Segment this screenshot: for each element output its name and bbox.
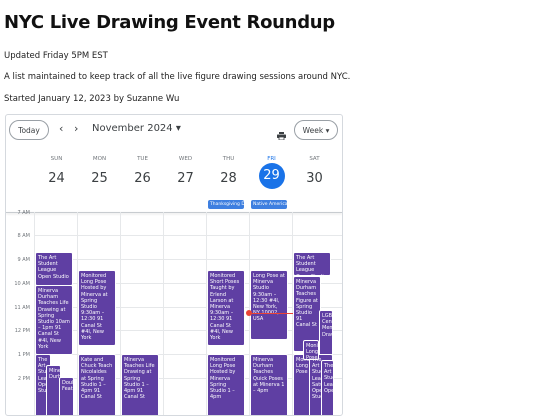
time-label: 11 AM [14, 305, 30, 311]
calendar-event[interactable]: Minerva Durham Teaches Quick Poses at Mi… [250, 354, 288, 415]
day-name: WED [178, 156, 193, 162]
day-column-line [163, 212, 164, 415]
month-selector[interactable]: November 2024 ▾ [92, 123, 181, 134]
today-button[interactable]: Today [9, 120, 49, 140]
day-number[interactable]: 24 [35, 166, 78, 192]
time-label: 12 PM [14, 328, 30, 334]
day-name: THU [222, 156, 235, 162]
day-header-sat: SAT 30 [293, 156, 336, 192]
calendar-event[interactable]: The Art Student League Open Studio [35, 252, 73, 286]
calendar-event[interactable]: Double Feature [59, 377, 74, 415]
day-name: FRI [267, 156, 276, 162]
current-time-line [250, 313, 293, 314]
day-header-thu: THU 28 [207, 156, 250, 192]
time-label: 7 AM [17, 210, 30, 216]
day-header-wed: WED 27 [164, 156, 207, 192]
time-label: 8 AM [17, 233, 30, 239]
calendar-event[interactable]: Monitored Long Pose [303, 340, 319, 360]
chevron-right-icon[interactable]: › [74, 122, 78, 135]
calendar-event[interactable]: Minerva Durham Teaches Life Drawing at S… [35, 285, 73, 355]
calendar-event[interactable]: LGBTQ Center Member Drawing [319, 310, 333, 360]
time-label: 10 AM [14, 281, 30, 287]
day-name: MON [92, 156, 107, 162]
view-selector[interactable]: Week ▾ [294, 120, 338, 140]
time-label: 2 PM [17, 376, 30, 382]
calendar-event[interactable]: Monitored Long Pose Hosted by Minerva Sp… [207, 354, 245, 415]
all-day-event[interactable]: Native America [251, 200, 287, 209]
calendar-event[interactable]: Monitored Long Pose Hosted by Minerva at… [78, 270, 116, 346]
description-text: A list maintained to keep track of all t… [4, 72, 351, 82]
day-number[interactable]: 27 [164, 166, 207, 192]
calendar-event[interactable]: Long Pose at Minerva Studio 9:30am – 12:… [250, 270, 288, 340]
embedded-calendar: Today ‹ › November 2024 ▾ Week ▾ SUN 24 M… [5, 114, 343, 416]
calendar-event[interactable]: Kate and Chuck Teach Nicolaides at Sprin… [78, 354, 116, 415]
calendar-event[interactable]: Monitored Short Poses Taught by Erlend L… [207, 270, 245, 346]
day-number[interactable]: 26 [121, 166, 164, 192]
day-number-today[interactable]: 29 [258, 163, 285, 189]
print-icon[interactable] [277, 125, 286, 141]
chevron-left-icon[interactable]: ‹ [59, 122, 63, 135]
day-name: SAT [309, 156, 320, 162]
updated-text: Updated Friday 5PM EST [4, 51, 108, 61]
day-header-fri: FRI 29 [250, 156, 293, 189]
day-name: TUE [137, 156, 148, 162]
calendar-toolbar: Today ‹ › November 2024 ▾ Week ▾ [6, 115, 342, 147]
calendar-event[interactable]: The Art Student League Open Studio [293, 252, 331, 276]
day-number[interactable]: 30 [293, 166, 336, 192]
all-day-event[interactable]: Thanksgiving D [208, 200, 244, 209]
day-header-sun: SUN 24 [35, 156, 78, 192]
day-name: SUN [50, 156, 63, 162]
day-header-tue: TUE 26 [121, 156, 164, 192]
started-text: Started January 12, 2023 by Suzanne Wu [4, 94, 180, 104]
hour-line [34, 235, 342, 236]
time-label: 1 PM [17, 352, 30, 358]
calendar-event[interactable]: Minerva Teaches Life Drawing at Spring S… [121, 354, 159, 415]
day-number[interactable]: 28 [207, 166, 250, 192]
day-header-mon: MON 25 [78, 156, 121, 192]
calendar-event[interactable]: The Art Student League Open [321, 360, 334, 415]
time-label: 9 AM [17, 257, 30, 263]
page-title: NYC Live Drawing Event Roundup [4, 12, 335, 33]
day-number[interactable]: 25 [78, 166, 121, 192]
